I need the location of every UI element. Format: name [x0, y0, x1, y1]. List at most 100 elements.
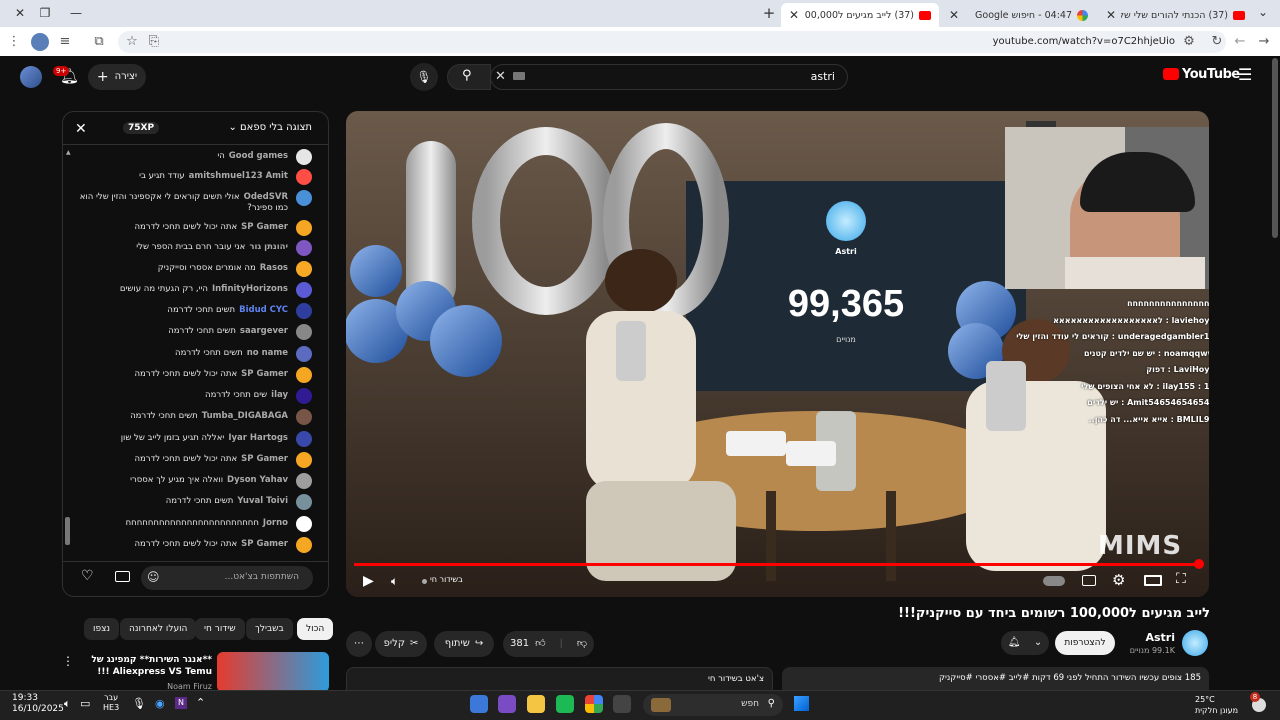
chat-author-avatar[interactable]	[296, 388, 312, 404]
reload-icon[interactable]: ↻	[1208, 33, 1226, 51]
chat-author-avatar[interactable]	[296, 537, 312, 553]
chat-message[interactable]: Iyar Hartogsיאללה תגיע בזמן לייב של שון	[73, 433, 288, 444]
tab-youtube-live[interactable]: ✕ (37) לייב מגיעים ל100,000 רשומים...	[781, 3, 939, 27]
theater-mode-icon[interactable]	[1144, 575, 1162, 586]
chat-message[interactable]: ilayשים תחכי לדרמה	[73, 390, 288, 401]
chat-message[interactable]: no name תשים תחכי לדרמה	[73, 348, 288, 359]
volume-icon[interactable]: 🔈︎	[391, 574, 398, 589]
taskbar-discord-icon[interactable]	[498, 695, 516, 713]
chat-author-avatar[interactable]	[296, 261, 312, 277]
clip-button[interactable]: קליפ ✂	[375, 631, 427, 657]
reading-list-icon[interactable]: ≡	[56, 33, 74, 51]
taskbar-files-icon[interactable]	[613, 695, 631, 713]
notifications-subscribe-button[interactable]: 🔔︎ ⌄	[1001, 631, 1049, 655]
settings-gear-icon[interactable]: ⚙	[1112, 571, 1125, 589]
chat-author-avatar[interactable]	[296, 494, 312, 510]
video-player[interactable]: Astri 99,365 מנויים חחחחחחחחחחחחחחחח lavi…	[346, 111, 1209, 597]
close-chat-icon[interactable]: ✕	[75, 121, 87, 137]
chat-author-name[interactable]: OdedSVR	[244, 192, 288, 202]
chat-author-name[interactable]: saargever	[240, 326, 288, 336]
chat-mode-dropdown[interactable]: תצוגה בלי ספאם ⌄	[228, 122, 312, 133]
xp-badge[interactable]: 75XP	[123, 122, 160, 134]
tab-youtube-other[interactable]: ✕ (37) הכנתי להורים שלי שלוש נ...	[1098, 3, 1253, 27]
chat-author-name[interactable]: Good games	[229, 151, 288, 161]
emoji-icon[interactable]: ☺	[147, 570, 160, 584]
chat-author-avatar[interactable]	[296, 473, 312, 489]
chat-message[interactable]: InfinityHorizons היי, רק הגעתי מה עושים	[73, 284, 288, 295]
chat-author-name[interactable]: Tumba_DIGABAGA	[202, 411, 288, 421]
taskbar-search-box[interactable]: חפש ⚲	[643, 694, 783, 716]
install-app-icon[interactable]: ⎘	[145, 33, 163, 51]
language-indicator[interactable]: עבר HE3	[103, 693, 119, 713]
speaker-icon[interactable]: 🔈︎	[64, 697, 71, 711]
clear-search-icon[interactable]: ✕	[495, 69, 506, 84]
chat-scrollbar[interactable]	[65, 517, 70, 545]
chip-recently-uploaded[interactable]: הועלו לאחרונה	[120, 618, 197, 640]
like-button[interactable]: 381 👍︎	[510, 631, 546, 657]
bookmark-star-icon[interactable]: ☆	[123, 33, 141, 51]
chat-author-name[interactable]: SP Gamer	[241, 369, 288, 379]
voice-search-mic-icon[interactable]: 🎙︎	[410, 63, 438, 91]
thumbs-down-icon[interactable]: 👎︎	[577, 631, 587, 657]
extensions-icon[interactable]: ⧉	[90, 33, 108, 51]
progress-scrubber[interactable]	[1194, 559, 1204, 569]
chat-author-avatar[interactable]	[296, 516, 312, 532]
subtitles-icon[interactable]	[1082, 575, 1096, 586]
back-icon[interactable]: →	[1255, 33, 1273, 51]
chat-author-avatar[interactable]	[296, 282, 312, 298]
create-button[interactable]: + יצירה	[88, 64, 146, 90]
chat-message[interactable]: Good games הי	[73, 151, 288, 162]
chat-author-name[interactable]: Iyar Hartogs	[228, 433, 288, 443]
chat-author-avatar[interactable]	[296, 190, 312, 206]
new-tab-button[interactable]: +	[757, 4, 781, 22]
chat-author-name[interactable]: InfinityHorizons	[212, 284, 288, 294]
taskbar-chrome-icon[interactable]	[585, 695, 603, 713]
chat-author-name[interactable]: amitshmuel123 Amit	[189, 171, 288, 181]
share-button[interactable]: שיתוף ↪	[434, 631, 494, 657]
live-label[interactable]: בשידור חי	[430, 575, 463, 584]
chat-author-name[interactable]: Yuval Toivi	[237, 496, 288, 506]
chat-author-name[interactable]: Jorno	[263, 518, 288, 528]
account-avatar[interactable]	[20, 66, 42, 88]
forward-icon[interactable]: ←	[1231, 33, 1249, 51]
microphone-tray-icon[interactable]: 🎙︎	[132, 697, 146, 710]
weather-widget[interactable]: 25°C מעונן חלקית	[1195, 694, 1247, 716]
taskbar-spotify-icon[interactable]	[556, 695, 574, 713]
chat-message[interactable]: SP Gamerאתה יכול לשים תחכי לדרמה	[73, 369, 288, 380]
url-text[interactable]: youtube.com/watch?v=o7C2hhjeUio	[900, 36, 1175, 47]
more-actions-button[interactable]: ⋯	[346, 631, 372, 657]
chip-live[interactable]: שידור חי	[195, 618, 245, 640]
chat-author-avatar[interactable]	[296, 303, 312, 319]
chat-replay-box[interactable]: צ'אט בשידור חי	[346, 667, 773, 691]
chat-author-avatar[interactable]	[296, 220, 312, 236]
show-hidden-icons-chevron[interactable]: ⌃	[196, 696, 205, 709]
chat-author-name[interactable]: Dyson Yahav	[227, 475, 288, 485]
chat-author-name[interactable]: SP Gamer	[241, 222, 288, 232]
close-window-button[interactable]: ✕	[8, 4, 32, 22]
chat-message[interactable]: SP Gamerאתה יכול לשים תחכי לדרמה	[73, 222, 288, 233]
super-chat-icon[interactable]	[115, 571, 130, 582]
chat-message[interactable]: OdedSVRאולי תשים קוראים לי אקספינר והזין…	[73, 192, 288, 214]
chat-message[interactable]: יהונתן גוראני עובר חרם בבית הספר שלי	[73, 242, 288, 253]
youtube-logo-icon[interactable]	[1163, 68, 1179, 80]
tab-search-icon[interactable]: ⌄	[1258, 5, 1268, 19]
clock[interactable]: 19:33 16/10/2025	[12, 693, 64, 715]
chat-author-name[interactable]: no name	[247, 348, 288, 358]
play-icon[interactable]: ▶	[363, 573, 374, 589]
chat-author-avatar[interactable]	[296, 149, 312, 165]
related-video-title[interactable]: **אנגר השירות** קמפינג של Aliexpress VS …	[74, 654, 212, 678]
chat-author-avatar[interactable]	[296, 240, 312, 256]
chat-author-name[interactable]: SP Gamer	[241, 454, 288, 464]
chip-all[interactable]: הכול	[297, 618, 334, 640]
chip-watched[interactable]: נצפו	[84, 618, 120, 640]
chat-author-avatar[interactable]	[296, 324, 312, 340]
chat-author-name[interactable]: Rasos	[260, 263, 288, 273]
chat-author-avatar[interactable]	[296, 452, 312, 468]
close-tab-icon[interactable]: ✕	[789, 8, 799, 22]
app-tray-icon[interactable]: N	[175, 697, 187, 709]
chat-message[interactable]: SP Gamerאתה יכול לשים תחכי לדרמה	[73, 454, 288, 465]
windows-start-icon[interactable]	[794, 696, 809, 711]
chat-message[interactable]: Yuval Toiviתשים תחכי לדרמה	[73, 496, 288, 507]
close-tab-icon[interactable]: ✕	[949, 8, 959, 22]
youtube-logo-text[interactable]: YouTube	[1182, 67, 1240, 82]
